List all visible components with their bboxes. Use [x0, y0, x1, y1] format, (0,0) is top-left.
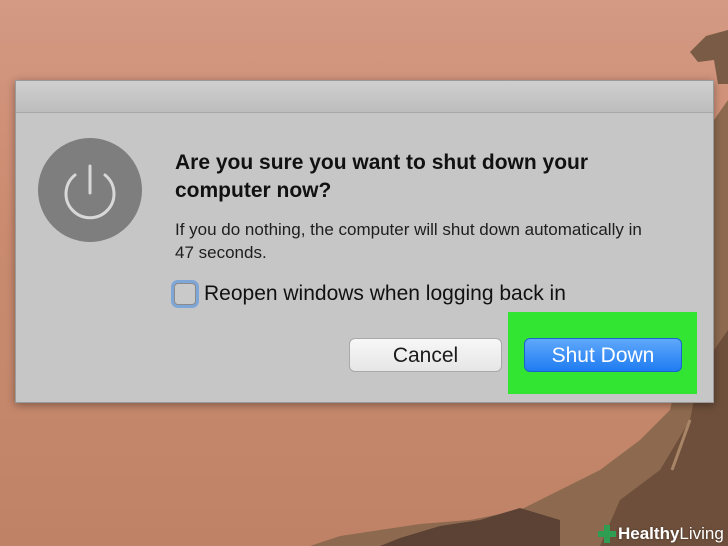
reopen-windows-label: Reopen windows when logging back in	[204, 282, 566, 305]
reopen-windows-option[interactable]: Reopen windows when logging back in	[174, 280, 566, 308]
dialog-titlebar	[16, 81, 713, 113]
reopen-windows-checkbox[interactable]	[174, 283, 196, 305]
watermark-brand-regular: Living	[679, 524, 724, 543]
desktop-background: Are you sure you want to shut down your …	[0, 0, 728, 546]
cancel-button[interactable]: Cancel	[349, 338, 502, 372]
dialog-message: If you do nothing, the computer will shu…	[175, 220, 642, 262]
shut-down-button[interactable]: Shut Down	[524, 338, 682, 372]
watermark-brand-bold: Healthy	[618, 524, 680, 543]
watermark: Healthy Living	[598, 521, 724, 546]
power-icon	[38, 138, 142, 242]
plus-icon	[598, 525, 616, 543]
shutdown-dialog: Are you sure you want to shut down your …	[15, 80, 714, 403]
dialog-headline: Are you sure you want to shut down your …	[175, 151, 589, 202]
